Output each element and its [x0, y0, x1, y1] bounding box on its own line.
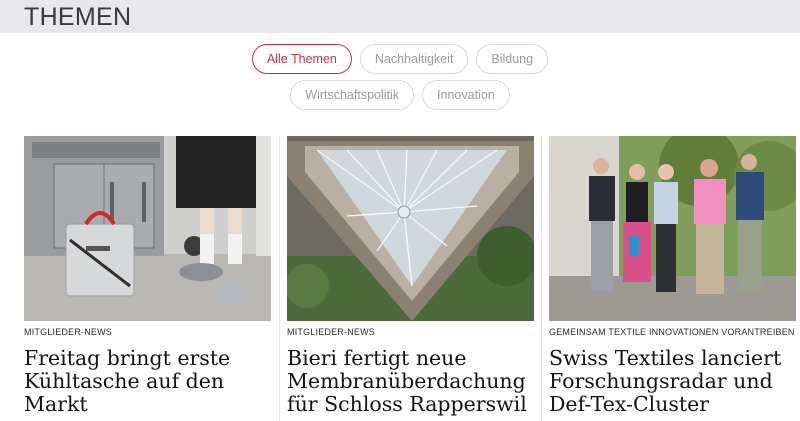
filter-innovation[interactable]: Innovation — [422, 80, 510, 110]
topic-filters: Alle Themen Nachhaltigkeit Bildung Wirts… — [0, 44, 800, 116]
page-title: THEMEN — [24, 3, 132, 31]
filter-row-2: Wirtschaftspolitik Innovation — [0, 80, 800, 110]
article-title[interactable]: Freitag bringt erste Kühltasche auf den … — [24, 347, 269, 416]
article-image-cooler-bag[interactable] — [24, 136, 271, 321]
article-category: MITGLIEDER-NEWS — [287, 327, 376, 337]
filter-sustainability[interactable]: Nachhaltigkeit — [359, 44, 469, 74]
card-divider — [279, 136, 280, 421]
article-grid: MITGLIEDER-NEWS Freitag bringt erste Küh… — [24, 136, 796, 421]
article-image-membrane-roof[interactable] — [287, 136, 534, 321]
article-title[interactable]: Swiss Textiles lanciert Forschungsradar … — [549, 347, 794, 416]
article-title[interactable]: Bieri fertigt neue Membranüberdachung fü… — [287, 347, 532, 416]
article-category: MITGLIEDER-NEWS — [24, 327, 113, 337]
article-card[interactable]: MITGLIEDER-NEWS Freitag bringt erste Küh… — [24, 136, 271, 421]
filter-education[interactable]: Bildung — [476, 44, 549, 74]
filter-all-topics[interactable]: Alle Themen — [251, 44, 352, 74]
article-card[interactable]: MITGLIEDER-NEWS Bieri fertigt neue Membr… — [287, 136, 534, 421]
article-image-group-photo[interactable] — [549, 136, 796, 321]
article-card[interactable]: GEMEINSAM TEXTILE INNOVATIONEN VORANTREI… — [549, 136, 796, 421]
card-divider — [541, 136, 542, 421]
filter-economic-policy[interactable]: Wirtschaftspolitik — [290, 80, 415, 110]
filter-row-1: Alle Themen Nachhaltigkeit Bildung — [0, 44, 800, 74]
header-bar: THEMEN — [0, 0, 800, 33]
article-category: GEMEINSAM TEXTILE INNOVATIONEN VORANTREI… — [549, 327, 795, 337]
